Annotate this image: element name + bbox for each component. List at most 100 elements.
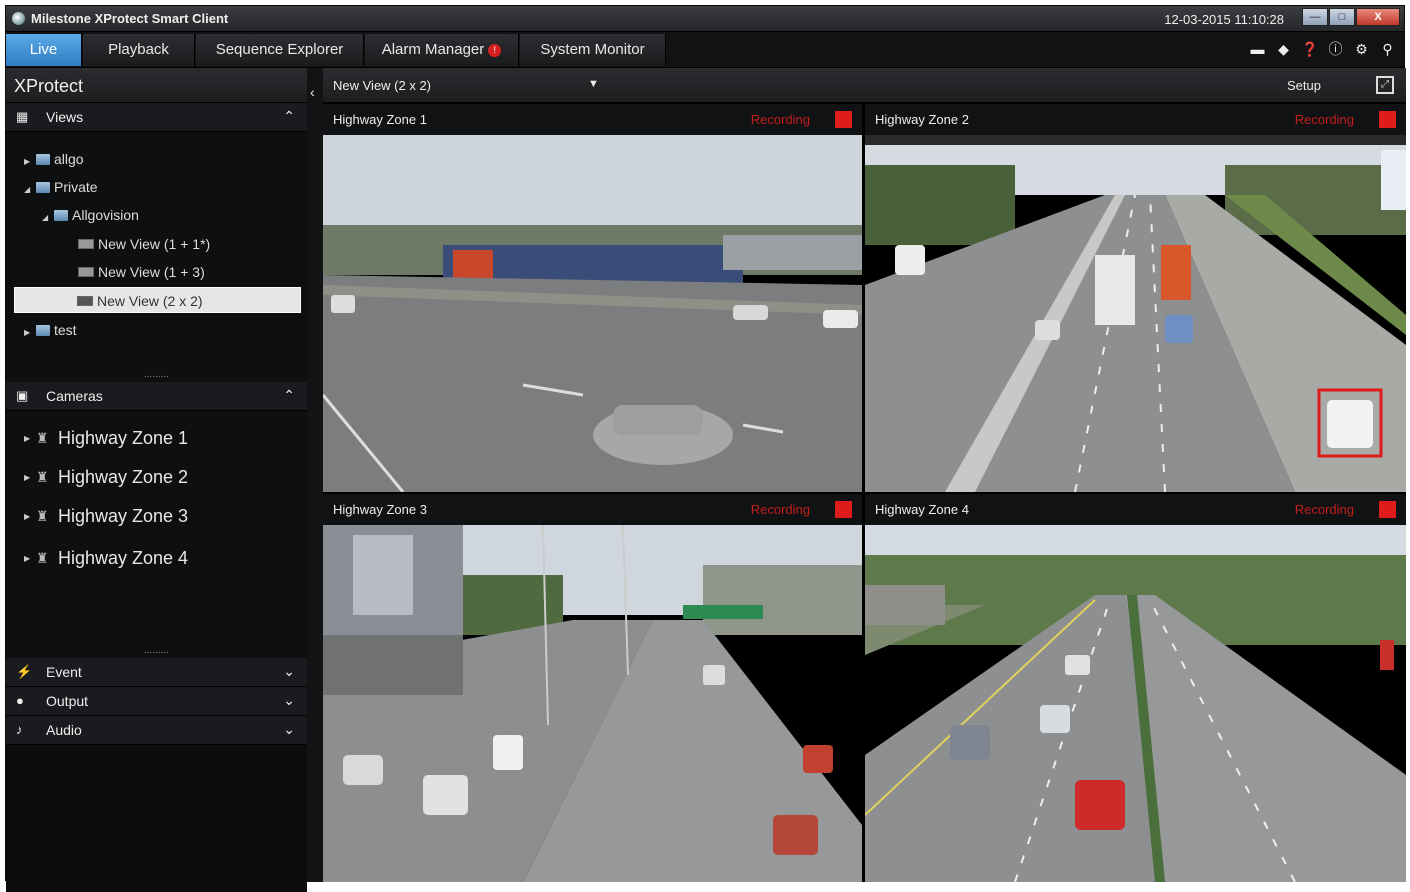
tab-alarm-manager-label: Alarm Manager <box>381 41 485 58</box>
expand-arrow-icon[interactable]: ▶ <box>24 424 36 454</box>
tree-item-label: allgo <box>54 151 84 167</box>
chevron-up-icon[interactable]: ⌃ <box>283 108 295 125</box>
folder-icon <box>36 154 50 165</box>
tree-item-view-1-1[interactable]: New View (1 + 1*) <box>78 231 210 257</box>
tab-live-label: Live <box>29 41 58 58</box>
app-window: Milestone XProtect Smart Client 12-03-20… <box>5 5 1406 892</box>
cameras-list: ▶ ♜ Highway Zone 1 ▶ ♜ Highway Zone 2 ▶ ♜ High… <box>6 411 307 648</box>
camera-feed-image <box>865 135 1406 492</box>
camera-item-label: Highway Zone 4 <box>58 548 189 568</box>
lightbulb-icon: ● <box>16 693 24 708</box>
chevron-down-icon[interactable]: ⌄ <box>283 692 295 709</box>
minimize-button[interactable]: — <box>1302 8 1328 26</box>
close-button[interactable]: X <box>1356 8 1400 26</box>
dropdown-arrow-icon[interactable]: ▼ <box>588 78 599 90</box>
live-view-area: New View (2 x 2) ▼ Setup ⤢ Highway Zone … <box>323 68 1406 882</box>
camera-tile-2[interactable]: Highway Zone 2 Recording <box>865 104 1406 492</box>
settings-icon[interactable]: ⚙ <box>1353 41 1370 58</box>
tab-playback-label: Playback <box>108 41 169 58</box>
grid-icon: ▦ <box>16 109 29 124</box>
expand-arrow-icon[interactable]: ▶ <box>24 149 36 175</box>
recording-status: Recording <box>1294 502 1354 517</box>
camera-item-label: Highway Zone 3 <box>58 506 189 526</box>
camera-item[interactable]: ▶ ♜ Highway Zone 1 <box>24 423 188 453</box>
tile-camera-name: Highway Zone 3 <box>333 502 427 517</box>
tree-item-allgo[interactable]: ▶ allgo <box>24 146 84 172</box>
tree-item-view-2x2[interactable]: New View (2 x 2) <box>14 287 301 313</box>
camera-item-label: Highway Zone 2 <box>58 467 189 487</box>
chevron-up-icon[interactable]: ⌃ <box>283 387 295 404</box>
tab-system-monitor-label: System Monitor <box>540 41 645 58</box>
maximize-button[interactable]: □ <box>1329 8 1355 26</box>
tree-item-view-1-3[interactable]: New View (1 + 3) <box>78 259 205 285</box>
panel-collapse-strip: ‹ <box>307 68 323 882</box>
tile-header: Highway Zone 4 Recording <box>865 494 1406 525</box>
expand-arrow-icon[interactable]: ▶ <box>24 502 36 532</box>
folder-icon <box>54 210 68 221</box>
collapse-arrow-icon[interactable]: ◢ <box>42 205 54 231</box>
tab-playback[interactable]: Playback <box>83 34 195 66</box>
expand-arrow-icon[interactable]: ▶ <box>24 320 36 346</box>
camera-item[interactable]: ▶ ♜ Highway Zone 4 <box>24 543 188 573</box>
tile-camera-name: Highway Zone 2 <box>875 112 969 127</box>
views-splitter[interactable]: ......... <box>6 370 307 382</box>
toolbar-icons: ▬ ◆ ❓ ⓘ ⚙ ⚲ <box>1249 41 1396 58</box>
recording-status: Recording <box>1294 112 1354 127</box>
camera-group-icon: ♜ <box>36 550 49 566</box>
views-section-header[interactable]: ▦ Views ⌃ <box>6 103 307 132</box>
tree-item-test[interactable]: ▶ test <box>24 317 77 343</box>
expand-arrow-icon[interactable]: ▶ <box>24 544 36 574</box>
chevron-down-icon[interactable]: ⌄ <box>283 663 295 680</box>
left-panel-empty-area <box>6 745 307 892</box>
camera-tile-4[interactable]: Highway Zone 4 Recording <box>865 494 1406 882</box>
tab-alarm-manager[interactable]: Alarm Manager! <box>365 34 519 66</box>
event-section-header[interactable]: ⚡ Event ⌄ <box>6 658 307 687</box>
camera-tile-3[interactable]: Highway Zone 3 Recording <box>323 494 862 882</box>
collapse-panel-icon[interactable]: ‹ <box>310 84 315 100</box>
speaker-icon: ♪ <box>16 722 23 737</box>
cameras-splitter[interactable]: ......... <box>6 646 307 658</box>
cameras-label: Cameras <box>46 388 103 404</box>
disconnect-icon[interactable]: ▬ <box>1249 41 1266 58</box>
output-section-header[interactable]: ● Output ⌄ <box>6 687 307 716</box>
tab-system-monitor[interactable]: System Monitor <box>520 34 666 66</box>
chevron-down-icon[interactable]: ⌄ <box>283 721 295 738</box>
camera-item[interactable]: ▶ ♜ Highway Zone 3 <box>24 501 188 531</box>
lightning-icon: ⚡ <box>16 664 33 679</box>
tile-header: Highway Zone 2 Recording <box>865 104 1406 135</box>
tree-item-label: New View (1 + 3) <box>98 264 205 280</box>
collapse-arrow-icon[interactable]: ◢ <box>24 177 36 203</box>
tab-live[interactable]: Live <box>6 34 82 66</box>
navigate-icon[interactable]: ◆ <box>1275 41 1292 58</box>
tab-sequence-explorer[interactable]: Sequence Explorer <box>196 34 364 66</box>
tree-item-allgovision[interactable]: ◢ Allgovision <box>42 202 139 228</box>
key-icon[interactable]: ⚲ <box>1379 41 1396 58</box>
audio-section-header[interactable]: ♪ Audio ⌄ <box>6 716 307 745</box>
milestone-logo-icon <box>12 12 25 25</box>
folder-icon <box>36 182 50 193</box>
help-icon[interactable]: ❓ <box>1301 41 1318 58</box>
camera-feed-image <box>323 525 862 882</box>
setup-button[interactable]: Setup <box>1287 78 1321 93</box>
tab-sequence-explorer-label: Sequence Explorer <box>215 41 344 58</box>
recording-indicator-icon <box>1379 501 1396 518</box>
camera-item[interactable]: ▶ ♜ Highway Zone 2 <box>24 462 188 492</box>
expand-arrow-icon[interactable]: ▶ <box>24 463 36 493</box>
recording-indicator-icon <box>835 501 852 518</box>
info-icon[interactable]: ⓘ <box>1327 41 1344 58</box>
window-controls: — □ X <box>1302 8 1400 26</box>
audio-label: Audio <box>46 722 82 738</box>
tree-item-private[interactable]: ◢ Private <box>24 174 98 200</box>
tree-item-label: Allgovision <box>72 207 139 223</box>
recording-indicator-icon <box>835 111 852 128</box>
xprotect-header: XProtect <box>6 68 307 103</box>
view-selector[interactable]: New View (2 x 2) <box>333 78 431 93</box>
alarm-badge-icon: ! <box>488 43 502 57</box>
fullscreen-icon[interactable]: ⤢ <box>1376 76 1394 94</box>
tile-header: Highway Zone 1 Recording <box>323 104 862 135</box>
camera-tile-1[interactable]: Highway Zone 1 Recording <box>323 104 862 492</box>
cameras-section-header[interactable]: ▣ Cameras ⌃ <box>6 382 307 411</box>
camera-group-icon: ♜ <box>36 508 49 524</box>
view-layout-icon <box>77 296 93 306</box>
camera-item-label: Highway Zone 1 <box>58 428 189 448</box>
